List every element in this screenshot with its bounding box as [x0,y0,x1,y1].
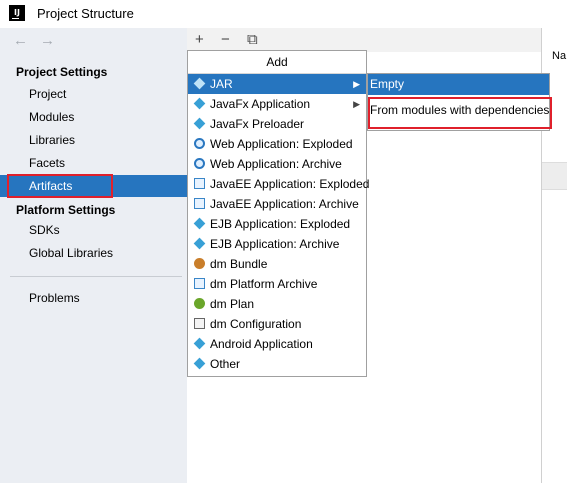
diamond-icon [193,357,206,370]
menu-item-label: dm Configuration [210,317,302,331]
diamond-icon [193,337,206,350]
submenu-item-empty[interactable]: Empty [368,74,549,95]
jar-icon [194,278,205,289]
remove-icon[interactable]: − [221,31,230,48]
sidebar-divider [10,276,182,277]
menu-item-label: dm Bundle [210,257,268,271]
menu-item-label: Web Application: Exploded [210,137,353,151]
menu-item-other[interactable]: Other [188,354,366,374]
output-layout-toolbar [542,162,567,190]
menu-item-javaee-application-exploded[interactable]: JavaEE Application: Exploded [188,174,370,194]
artifacts-toolbar: + − ⧉ [187,28,541,52]
menu-item-label: EJB Application: Archive [210,237,340,251]
menu-item-jar[interactable]: JAR ▶ [188,74,366,94]
sidebar-item-global-libraries[interactable]: Global Libraries [0,242,187,264]
menu-header: Add [188,51,366,74]
diamond-icon [193,217,206,230]
plan-icon [194,298,205,309]
diamond-icon [193,237,206,250]
sidebar-item-project[interactable]: Project [0,83,187,105]
menu-item-dm-platform-archive[interactable]: dm Platform Archive [188,274,366,294]
menu-item-dm-plan[interactable]: dm Plan [188,294,366,314]
menu-item-label: JavaFx Preloader [210,117,305,131]
menu-item-dm-configuration[interactable]: dm Configuration [188,314,366,334]
menu-item-label: dm Plan [210,297,255,311]
jar-icon [194,178,205,189]
menu-item-label: Other [210,357,241,371]
menu-item-web-application-exploded[interactable]: Web Application: Exploded [188,134,366,154]
sidebar-item-sdks[interactable]: SDKs [0,219,187,241]
menu-item-label: Android Application [210,337,313,351]
menu-item-label: dm Platform Archive [210,277,318,291]
globe-icon [194,138,205,149]
diamond-icon [193,97,206,110]
menu-item-javafx-application[interactable]: JavaFx Application ▶ [188,94,366,114]
window-title: Project Structure [37,6,134,21]
jar-icon [194,198,205,209]
forward-arrow-icon[interactable]: → [40,32,55,49]
jar-submenu: Empty From modules with dependencies... [367,73,552,131]
title-bar: IJ Project Structure [0,0,567,28]
menu-item-label: JavaFx Application [210,97,311,111]
name-label: Na [552,50,567,62]
bundle-icon [194,258,205,269]
sidebar-item-libraries[interactable]: Libraries [0,129,187,151]
submenu-arrow-icon: ▶ [353,99,360,109]
add-artifact-menu: Add JAR ▶ JavaFx Application ▶ JavaFx Preloa… [187,50,370,377]
menu-item-label: JavaEE Application: Archive [210,197,359,211]
menu-item-web-application-archive[interactable]: Web Application: Archive [188,154,366,174]
menu-item-javafx-preloader[interactable]: JavaFx Preloader [188,114,366,134]
back-arrow-icon[interactable]: ← [13,32,28,49]
from-modules-highlight-box [368,97,552,129]
menu-item-android-application[interactable]: Android Application [188,334,366,354]
sidebar-item-artifacts[interactable]: Artifacts [0,174,187,198]
menu-item-label: JavaEE Application: Exploded [210,177,370,191]
menu-item-label: EJB Application: Exploded [210,217,351,231]
sidebar-item-modules[interactable]: Modules [0,106,187,128]
platform-settings-heading: Platform Settings [16,203,116,217]
menu-item-ejb-application-exploded[interactable]: EJB Application: Exploded [188,214,366,234]
sidebar-item-problems[interactable]: Problems [0,287,187,309]
copy-icon[interactable]: ⧉ [247,31,258,48]
globe-icon [194,158,205,169]
diamond-icon [193,77,206,90]
intellij-icon: IJ [9,5,25,21]
add-icon[interactable]: + [195,31,204,48]
submenu-arrow-icon: ▶ [353,79,360,89]
sidebar-item-facets[interactable]: Facets [0,152,187,174]
project-settings-heading: Project Settings [16,65,108,79]
doc-icon [194,318,205,329]
menu-item-dm-bundle[interactable]: dm Bundle [188,254,366,274]
menu-item-javaee-application-archive[interactable]: JavaEE Application: Archive [188,194,366,214]
menu-item-label: Web Application: Archive [210,157,342,171]
diamond-icon [193,117,206,130]
menu-item-label: JAR [210,77,233,91]
artifacts-highlight-box [7,174,113,198]
sidebar: ← → Project Settings Project Modules Lib… [0,28,187,483]
menu-item-ejb-application-archive[interactable]: EJB Application: Archive [188,234,366,254]
